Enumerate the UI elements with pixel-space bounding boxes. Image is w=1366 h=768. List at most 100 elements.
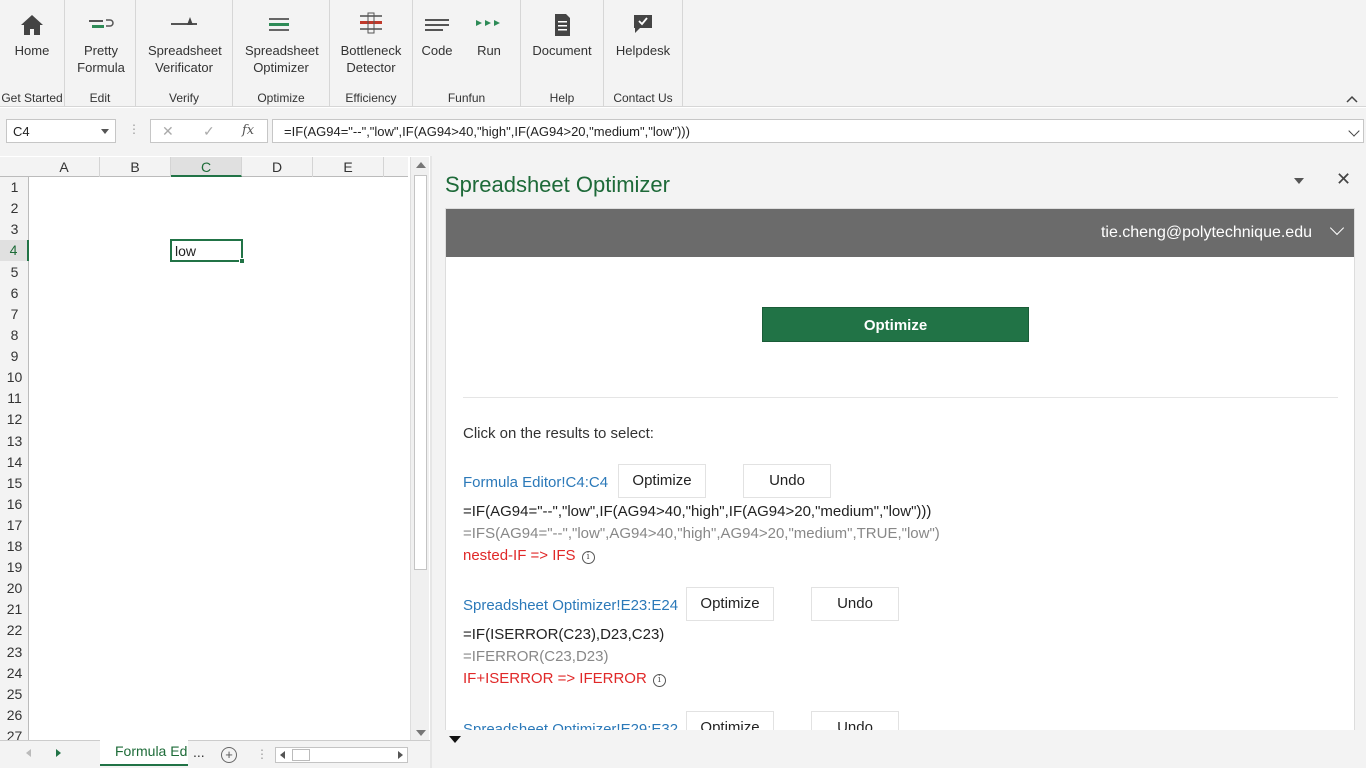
add-sheet-icon[interactable]: + [221, 747, 237, 763]
original-formula: =IF(AG94="--","low",IF(AG94>40,"high",IF… [463, 503, 932, 520]
result-optimize-button[interactable]: Optimize [618, 464, 706, 498]
scroll-up-icon[interactable] [416, 162, 426, 168]
row-header-25[interactable]: 25 [0, 684, 29, 705]
pane-options-icon[interactable] [1294, 178, 1304, 184]
more-tabs[interactable]: ... [193, 744, 205, 760]
column-header-c[interactable]: C [171, 157, 242, 177]
scroll-thumb[interactable] [292, 749, 310, 761]
row-header-24[interactable]: 24 [0, 663, 29, 684]
row-header-16[interactable]: 16 [0, 494, 29, 515]
row-header-26[interactable]: 26 [0, 705, 29, 726]
row-header-10[interactable]: 10 [0, 367, 29, 388]
name-box[interactable]: C4 [6, 119, 116, 143]
row-header-15[interactable]: 15 [0, 473, 29, 494]
result-range-link[interactable]: Spreadsheet Optimizer!E23:E24 [463, 597, 678, 614]
row-header-12[interactable]: 12 [0, 409, 29, 430]
row-header-18[interactable]: 18 [0, 536, 29, 557]
collapse-ribbon-icon[interactable] [1346, 95, 1358, 103]
divider [463, 397, 1338, 398]
group-label-contact-us: Contact Us [613, 91, 673, 105]
result-undo-button[interactable]: Undo [811, 587, 899, 621]
group-verify: Spreadsheet Verificator Verify [136, 0, 233, 107]
user-email[interactable]: tie.cheng@polytechnique.edu [1101, 224, 1312, 242]
row-header-20[interactable]: 20 [0, 578, 29, 599]
helpdesk-button[interactable]: Helpdesk [607, 10, 679, 59]
chevron-down-icon[interactable] [1329, 220, 1345, 236]
expand-down-icon[interactable] [449, 736, 461, 743]
pretty-formula-button[interactable]: Pretty Formula [65, 10, 137, 76]
tab-next-icon[interactable] [56, 749, 61, 757]
info-icon[interactable]: i [652, 674, 666, 687]
formula-buttons: ✕ ✓ fx [150, 119, 268, 143]
row-header-7[interactable]: 7 [0, 304, 29, 325]
group-label-optimize: Optimize [257, 91, 305, 105]
scroll-right-icon[interactable] [398, 751, 403, 759]
row-header-5[interactable]: 5 [0, 262, 29, 283]
row-header-2[interactable]: 2 [0, 198, 29, 219]
vertical-scrollbar[interactable] [410, 157, 429, 741]
column-header-d[interactable]: D [242, 157, 313, 177]
run-icon [476, 20, 500, 26]
row-header-13[interactable]: 13 [0, 431, 29, 452]
drag-handle-icon[interactable]: ⋮ [256, 747, 268, 761]
group-label-help: Help [549, 91, 575, 105]
home-button[interactable]: Home [0, 10, 68, 59]
expand-formula-icon[interactable] [1348, 125, 1360, 137]
row-header-8[interactable]: 8 [0, 325, 29, 346]
group-contact-us: Helpdesk Contact Us [604, 0, 683, 107]
result-optimize-button[interactable]: Optimize [686, 587, 774, 621]
close-icon[interactable]: ✕ [1336, 169, 1351, 190]
group-label-verify: Verify [168, 91, 199, 105]
run-button[interactable]: Run [461, 10, 517, 59]
helpdesk-icon [634, 15, 652, 33]
info-icon[interactable]: i [581, 551, 595, 564]
tab-prev-icon[interactable] [26, 749, 31, 757]
row-header-21[interactable]: 21 [0, 599, 29, 620]
fill-handle[interactable] [239, 258, 245, 264]
optimized-formula: =IFS(AG94="--","low",AG94>40,"high",AG94… [463, 525, 940, 542]
formula-input[interactable]: =IF(AG94="--","low",IF(AG94>40,"high",IF… [272, 119, 1364, 143]
row-header-3[interactable]: 3 [0, 219, 29, 240]
optimize-button[interactable]: Optimize [762, 307, 1029, 342]
bottleneck-icon [360, 12, 382, 34]
drag-handle-icon[interactable]: ⋮ [128, 122, 140, 136]
cancel-icon[interactable]: ✕ [162, 123, 174, 140]
column-header-b[interactable]: B [100, 157, 171, 177]
active-cell[interactable]: low [170, 239, 245, 264]
row-header-1[interactable]: 1 [0, 177, 29, 198]
optimized-formula: =IFERROR(C23,D23) [463, 648, 609, 665]
result-undo-button[interactable]: Undo [743, 464, 831, 498]
row-header-17[interactable]: 17 [0, 515, 29, 536]
verificator-icon [171, 17, 197, 25]
group-label-edit: Edit [89, 91, 111, 105]
bottleneck-detector-button[interactable]: Bottleneck Detector [335, 10, 407, 76]
result-range-link[interactable]: Formula Editor!C4:C4 [463, 474, 608, 491]
chevron-down-icon[interactable] [101, 129, 109, 134]
document-button[interactable]: Document [526, 10, 598, 59]
tab-formula-editor[interactable]: Formula Ed [100, 740, 188, 766]
row-header-9[interactable]: 9 [0, 346, 29, 367]
scroll-thumb[interactable] [414, 175, 427, 570]
enter-icon[interactable]: ✓ [203, 123, 215, 140]
scroll-down-icon[interactable] [416, 730, 426, 736]
scroll-left-icon[interactable] [280, 751, 285, 759]
document-icon [555, 14, 570, 36]
sheet-tabs: Formula Ed ... + ⋮ [0, 740, 430, 768]
row-header-23[interactable]: 23 [0, 642, 29, 663]
row-header-19[interactable]: 19 [0, 557, 29, 578]
spreadsheet-verificator-button[interactable]: Spreadsheet Verificator [148, 10, 222, 76]
row-header-22[interactable]: 22 [0, 620, 29, 641]
row-header-14[interactable]: 14 [0, 452, 29, 473]
row-header-11[interactable]: 11 [0, 388, 29, 409]
user-bar: tie.cheng@polytechnique.edu [446, 209, 1354, 257]
code-button[interactable]: Code [409, 10, 465, 59]
row-header-4[interactable]: 4 [0, 240, 29, 261]
row-header-6[interactable]: 6 [0, 283, 29, 304]
horizontal-scrollbar[interactable] [275, 747, 408, 763]
column-header-a[interactable]: A [29, 157, 100, 177]
insert-function-icon[interactable]: fx [242, 123, 254, 138]
column-header-e[interactable]: E [313, 157, 384, 177]
optimizer-icon [269, 18, 289, 31]
spreadsheet-optimizer-button[interactable]: Spreadsheet Optimizer [245, 10, 319, 76]
group-help: Document Help [521, 0, 604, 107]
